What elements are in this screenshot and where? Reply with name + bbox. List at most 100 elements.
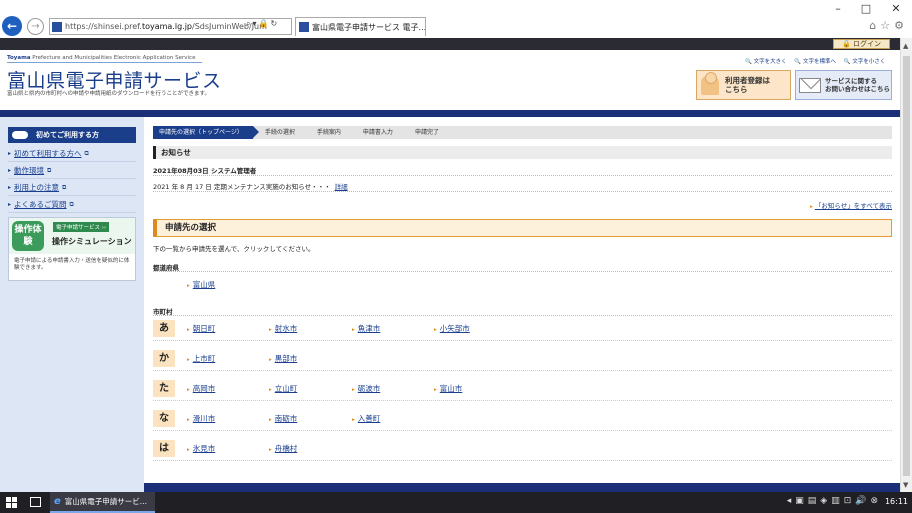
external-link-icon: ⧉ [47, 166, 52, 174]
step-select-procedure: 手続の選択 [253, 126, 311, 139]
kana-row-ta: た ▸ 高岡市 ▸ 立山町 ▸ 砺波市 ▸ 富山市 [153, 377, 892, 401]
arrow-icon: ▸ [352, 327, 355, 333]
taskbar-ie-window[interactable]: e 富山県電子申請サービ... [50, 492, 155, 513]
prefecture-link-toyama[interactable]: ▸ 富山県 [187, 279, 215, 290]
kana-row-ha: は ▸ 氷見市 ▸ 舟橋村 [153, 437, 892, 461]
back-icon[interactable]: ← [2, 16, 22, 36]
kana-label: か [153, 350, 175, 367]
arrow-icon: ▸ [187, 387, 190, 393]
internet-explorer-icon: e [54, 496, 61, 507]
scroll-thumb[interactable] [903, 56, 910, 476]
arrow-icon: ▸ [8, 150, 12, 157]
arrow-icon: ▸ [269, 417, 272, 423]
sidebar-item-notes[interactable]: ▸ 利用上の注意 ⧉ [8, 180, 136, 196]
sidebar-item-faq[interactable]: ▸ よくあるご質問 ⧉ [8, 197, 136, 213]
arrow-icon: ▸ [8, 201, 12, 208]
city-link[interactable]: ▸ 入善町 [352, 413, 380, 424]
simulation-banner[interactable]: 操作体験 電子申請サービス ›› 操作シミュレーション 電子申請による申請書入力… [8, 217, 136, 281]
step-breadcrumb: 申請先の選択（トップページ） 手続の選択 手続案内 申請書入力 申請完了 [153, 126, 892, 139]
brand-line: Toyama Prefecture and Municipalities Ele… [7, 55, 196, 61]
step-procedure-guide: 手続案内 [305, 126, 357, 139]
sidebar-item-first-time[interactable]: ▸ 初めて利用する方へ ⧉ [8, 146, 136, 162]
arrow-icon: ▸ [187, 327, 190, 333]
city-link[interactable]: ▸ 射水市 [269, 323, 297, 334]
url-prefix: https://shinsei.pref. [65, 22, 142, 31]
city-link[interactable]: ▸ 高岡市 [187, 383, 215, 394]
city-link[interactable]: ▸ 魚津市 [352, 323, 380, 334]
step-complete: 申請完了 [403, 126, 455, 139]
arrow-icon: ▸ [187, 447, 190, 453]
taskbar: e 富山県電子申請サービ... ◂▣▤◈▥⊡🔊⊗ 16:11 [0, 492, 912, 513]
brand-rule [7, 62, 202, 63]
arrow-icon: ▸ [8, 184, 12, 191]
arrow-icon: ▸ [187, 283, 190, 289]
external-link-icon: ⧉ [84, 149, 89, 157]
city-link[interactable]: ▸ 舟橋村 [269, 443, 297, 454]
font-standard-link[interactable]: 🔍 文字を標準へ [794, 59, 836, 65]
site-subtitle: 富山県と県内の市町村への申請や申請用紙のダウンロードを行うことができます。 [7, 91, 210, 97]
browser-toolbar-icons: ⌂☆⚙ [869, 19, 908, 32]
sim-description: 電子申請による申請書入力・送信を疑似的に体験できます。 [14, 258, 130, 271]
notice-item: 2021 年 8 月 17 日 定期メンテナンス実施のお知らせ・・・ 詳細 [153, 183, 348, 191]
city-link[interactable]: ▸ 上市町 [187, 353, 215, 364]
step-form-input: 申請書入力 [351, 126, 409, 139]
system-tray-icons[interactable]: ◂▣▤◈▥⊡🔊⊗ [787, 496, 882, 506]
page-top-bar [0, 38, 900, 50]
envelope-icon [799, 77, 821, 93]
sidebar-item-environment[interactable]: ▸ 動作環境 ⧉ [8, 163, 136, 179]
arrow-icon: ▸ [269, 327, 272, 333]
home-icon[interactable]: ⌂ [869, 19, 880, 32]
user-registration-button[interactable]: 利用者登録は こちら [696, 70, 791, 100]
arrow-icon: ▸ [810, 204, 813, 210]
notice-detail-link[interactable]: 詳細 [335, 183, 348, 191]
all-notices-link[interactable]: 「お知らせ」をすべて表示 [815, 202, 892, 210]
scroll-down-icon[interactable]: ▼ [903, 481, 908, 489]
kana-label: あ [153, 320, 175, 337]
kana-row-a: あ ▸ 朝日町 ▸ 射水市 ▸ 魚津市 ▸ 小矢部市 [153, 317, 892, 341]
taskbar-clock[interactable]: 16:11 [885, 497, 908, 506]
city-link[interactable]: ▸ 富山市 [434, 383, 462, 394]
city-link[interactable]: ▸ 黒部市 [269, 353, 297, 364]
windows-start-icon[interactable] [6, 497, 18, 508]
task-view-icon[interactable] [30, 497, 41, 507]
city-link[interactable]: ▸ 滑川市 [187, 413, 215, 424]
address-tools-icons[interactable]: ⌕▾🔒↻ [246, 19, 279, 29]
close-button[interactable]: ✕ [888, 2, 904, 15]
sidebar: 初めてご利用する方 ▸ 初めて利用する方へ ⧉ ▸ 動作環境 ⧉ ▸ 利用上の注意 ⧉ ▸ よ… [0, 117, 144, 492]
kana-row-ka: か ▸ 上市町 ▸ 黒部市 [153, 347, 892, 371]
font-size-controls: 🔍 文字を大きく 🔍 文字を標準へ 🔍 文字を小さく [745, 57, 891, 65]
divider [153, 271, 892, 272]
arrow-icon: ▸ [352, 417, 355, 423]
external-link-icon: ⧉ [62, 183, 67, 191]
font-larger-link[interactable]: 🔍 文字を大きく [745, 59, 787, 65]
pointer-icon [12, 131, 28, 139]
browser-tab[interactable]: 富山県電子申請サービス 電子... ✕ [295, 17, 426, 36]
city-link[interactable]: ▸ 氷見市 [187, 443, 215, 454]
kana-row-na: な ▸ 滑川市 ▸ 南砺市 ▸ 入善町 [153, 407, 892, 431]
favorites-star-icon[interactable]: ☆ [880, 19, 894, 32]
city-link[interactable]: ▸ 小矢部市 [434, 323, 470, 334]
page-content: Toyama Prefecture and Municipalities Ele… [0, 50, 900, 492]
header-divider [0, 110, 900, 117]
login-button[interactable]: 🔒 ログイン [833, 39, 890, 49]
scroll-up-icon[interactable]: ▲ [903, 42, 908, 50]
city-link[interactable]: ▸ 朝日町 [187, 323, 215, 334]
page-scrollbar[interactable]: ▲ ▼ [900, 38, 912, 492]
divider [153, 191, 892, 192]
maximize-button[interactable]: □ [858, 2, 874, 15]
city-link[interactable]: ▸ 立山町 [269, 383, 297, 394]
city-link[interactable]: ▸ 砺波市 [352, 383, 380, 394]
site-favicon-icon [52, 21, 62, 32]
sim-badge: 操作体験 [12, 221, 44, 251]
forward-icon[interactable]: → [27, 18, 44, 35]
arrow-icon: ▸ [269, 387, 272, 393]
contact-button[interactable]: サービスに関する お問い合わせはこちら [795, 70, 892, 100]
city-link[interactable]: ▸ 南砺市 [269, 413, 297, 424]
kana-label: は [153, 440, 175, 457]
notice-date: 2021年08月03日 システム管理者 [153, 167, 257, 175]
minimize-button[interactable]: – [830, 2, 846, 15]
sim-small-label: 電子申請サービス ›› [53, 222, 110, 232]
settings-gear-icon[interactable]: ⚙ [894, 19, 908, 32]
select-description: 下の一覧から申請先を選んで、クリックしてください。 [153, 245, 315, 253]
font-smaller-link[interactable]: 🔍 文字を小さく [844, 59, 886, 65]
